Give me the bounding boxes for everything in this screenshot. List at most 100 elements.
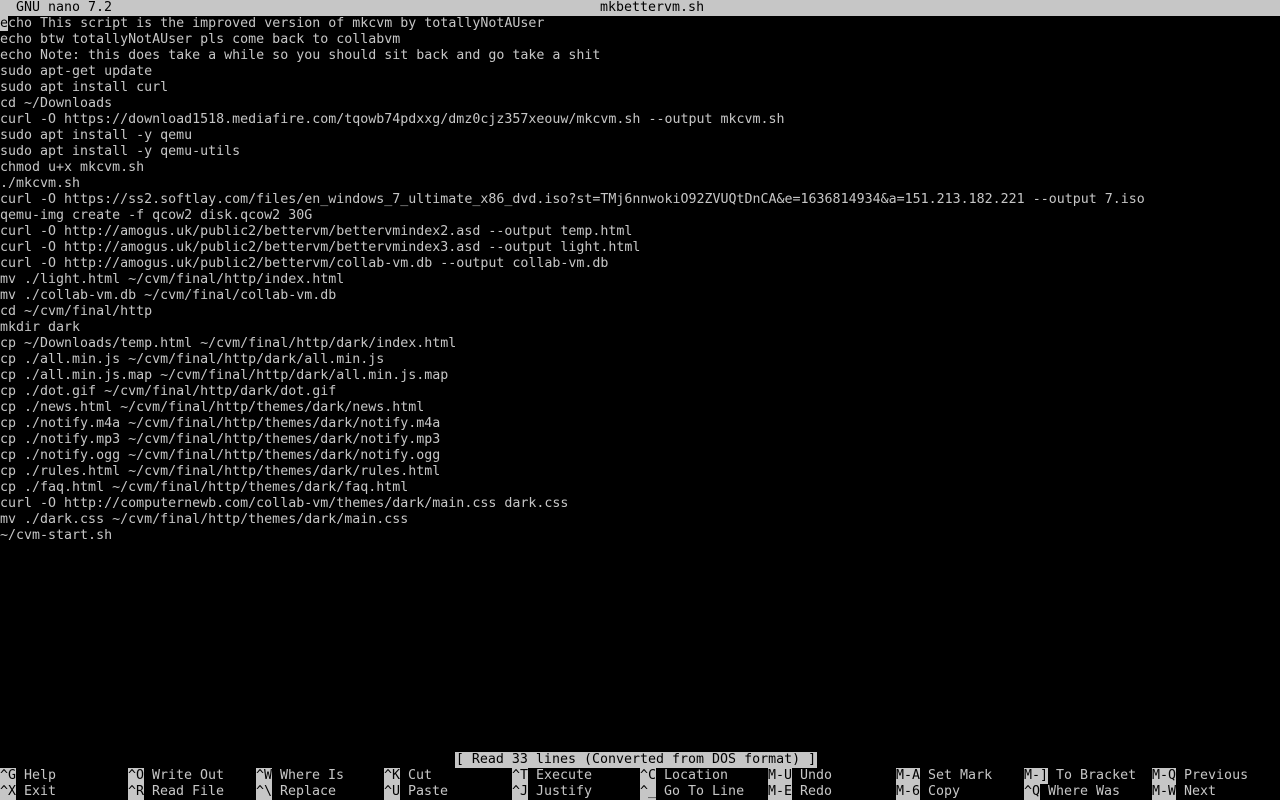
code-line[interactable]: mv ./light.html ~/cvm/final/http/index.h… xyxy=(0,272,1280,288)
shortcut-bar: ^G Help ^X Exit ^O Write Out ^R Read File ^W Wher… xyxy=(0,768,1280,800)
shortcut-key: M-6 xyxy=(896,784,921,800)
shortcut-label: Next xyxy=(1184,784,1217,799)
code-line[interactable]: mv ./dark.css ~/cvm/final/http/themes/da… xyxy=(0,512,1280,528)
shortcut-help[interactable]: ^G Help xyxy=(0,768,56,784)
code-line[interactable]: curl -O https://download1518.mediafire.c… xyxy=(0,112,1280,128)
code-line[interactable]: cp ./all.min.js.map ~/cvm/final/http/dar… xyxy=(0,368,1280,384)
code-line[interactable]: cp ./rules.html ~/cvm/final/http/themes/… xyxy=(0,464,1280,480)
code-line[interactable]: cd ~/Downloads xyxy=(0,96,1280,112)
shortcut-go-to-line[interactable]: ^_ Go To Line xyxy=(640,784,744,800)
shortcut-label: Read File xyxy=(152,784,225,799)
code-line[interactable]: cp ./notify.m4a ~/cvm/final/http/themes/… xyxy=(0,416,1280,432)
code-line[interactable]: chmod u+x mkcvm.sh xyxy=(0,160,1280,176)
shortcut-key: ^R xyxy=(128,784,145,800)
shortcut-copy[interactable]: M-6 Copy xyxy=(896,784,960,800)
shortcut-label: Previous xyxy=(1184,768,1249,783)
shortcut-previous[interactable]: M-Q Previous xyxy=(1152,768,1248,784)
shortcut-label: Copy xyxy=(928,784,961,799)
code-line[interactable]: cp ./notify.mp3 ~/cvm/final/http/themes/… xyxy=(0,432,1280,448)
shortcut-location[interactable]: ^C Location xyxy=(640,768,728,784)
shortcut-key: M-W xyxy=(1152,784,1177,800)
shortcut-key: ^U xyxy=(384,784,401,800)
file-name: mkbettervm.sh xyxy=(600,0,705,15)
shortcut-key: M-Q xyxy=(1152,768,1177,784)
shortcut-cut[interactable]: ^K Cut xyxy=(384,768,432,784)
code-line[interactable]: mkdir dark xyxy=(0,320,1280,336)
code-line[interactable]: sudo apt install -y qemu-utils xyxy=(0,144,1280,160)
shortcut-undo[interactable]: M-U Undo xyxy=(768,768,832,784)
app-name: GNU nano 7.2 xyxy=(16,0,113,15)
shortcut-set-mark[interactable]: M-A Set Mark xyxy=(896,768,992,784)
shortcut-execute[interactable]: ^T Execute xyxy=(512,768,592,784)
code-line[interactable]: curl -O http://computernewb.com/collab-v… xyxy=(0,496,1280,512)
shortcut-label: Write Out xyxy=(152,768,225,783)
code-line[interactable]: echo Note: this does take a while so you… xyxy=(0,48,1280,64)
shortcut-label: Execute xyxy=(536,768,593,783)
code-line-text: cho This script is the improved version … xyxy=(8,16,545,31)
code-line[interactable]: mv ./collab-vm.db ~/cvm/final/collab-vm.… xyxy=(0,288,1280,304)
shortcut-key: ^W xyxy=(256,768,273,784)
code-line[interactable]: echo btw totallyNotAUser pls come back t… xyxy=(0,32,1280,48)
shortcut-key: ^_ xyxy=(640,784,657,800)
code-line[interactable]: ~/cvm-start.sh xyxy=(0,528,1280,544)
shortcut-justify[interactable]: ^J Justify xyxy=(512,784,592,800)
shortcut-label: Exit xyxy=(24,784,57,799)
shortcut-label: To Bracket xyxy=(1056,768,1137,783)
shortcut-label: Where Is xyxy=(280,768,345,783)
shortcut-key: ^T xyxy=(512,768,529,784)
status-bar: [ Read 33 lines (Converted from DOS form… xyxy=(0,752,1280,768)
code-line[interactable]: curl -O http://amogus.uk/public2/betterv… xyxy=(0,256,1280,272)
shortcut-key: ^\ xyxy=(256,784,273,800)
shortcut-write-out[interactable]: ^O Write Out xyxy=(128,768,224,784)
shortcut-label: Paste xyxy=(408,784,449,799)
shortcut-key: M-U xyxy=(768,768,793,784)
shortcut-label: Justify xyxy=(536,784,593,799)
code-line[interactable]: cp ~/Downloads/temp.html ~/cvm/final/htt… xyxy=(0,336,1280,352)
code-line[interactable]: echo This script is the improved version… xyxy=(0,16,1280,32)
shortcut-redo[interactable]: M-E Redo xyxy=(768,784,832,800)
shortcut-exit[interactable]: ^X Exit xyxy=(0,784,56,800)
text-cursor: e xyxy=(0,16,9,31)
editor-area[interactable]: echo This script is the improved version… xyxy=(0,16,1280,752)
shortcut-key: ^J xyxy=(512,784,529,800)
shortcut-label: Cut xyxy=(408,768,433,783)
shortcut-replace[interactable]: ^\ Replace xyxy=(256,784,336,800)
shortcut-key: M-A xyxy=(896,768,921,784)
shortcut-label: Where Was xyxy=(1048,784,1121,799)
shortcut-where-was[interactable]: ^Q Where Was xyxy=(1024,784,1120,800)
shortcut-label: Set Mark xyxy=(928,768,993,783)
shortcut-label: Help xyxy=(24,768,57,783)
shortcut-next[interactable]: M-W Next xyxy=(1152,784,1216,800)
code-line[interactable]: cd ~/cvm/final/http xyxy=(0,304,1280,320)
shortcut-label: Go To Line xyxy=(664,784,745,799)
title-bar: GNU nano 7.2 mkbettervm.sh xyxy=(0,0,1280,16)
code-line[interactable]: sudo apt install -y qemu xyxy=(0,128,1280,144)
shortcut-label: Redo xyxy=(800,784,833,799)
shortcut-label: Location xyxy=(664,768,729,783)
shortcut-key: ^K xyxy=(384,768,401,784)
code-line[interactable]: cp ./all.min.js ~/cvm/final/http/dark/al… xyxy=(0,352,1280,368)
shortcut-key: ^O xyxy=(128,768,145,784)
code-line[interactable]: cp ./news.html ~/cvm/final/http/themes/d… xyxy=(0,400,1280,416)
shortcut-key: ^Q xyxy=(1024,784,1041,800)
code-line[interactable]: sudo apt-get update xyxy=(0,64,1280,80)
code-line[interactable]: cp ./dot.gif ~/cvm/final/http/dark/dot.g… xyxy=(0,384,1280,400)
shortcut-to-bracket[interactable]: M-] To Bracket xyxy=(1024,768,1136,784)
status-message: [ Read 33 lines (Converted from DOS form… xyxy=(454,752,818,768)
shortcut-where-is[interactable]: ^W Where Is xyxy=(256,768,344,784)
code-line[interactable]: ./mkcvm.sh xyxy=(0,176,1280,192)
code-line[interactable]: curl -O http://amogus.uk/public2/betterv… xyxy=(0,240,1280,256)
shortcut-key: M-] xyxy=(1024,768,1049,784)
shortcut-label: Undo xyxy=(800,768,833,783)
code-line[interactable]: cp ./notify.ogg ~/cvm/final/http/themes/… xyxy=(0,448,1280,464)
code-line[interactable]: curl -O https://ss2.softlay.com/files/en… xyxy=(0,192,1280,208)
code-line[interactable]: cp ./faq.html ~/cvm/final/http/themes/da… xyxy=(0,480,1280,496)
code-line[interactable]: qemu-img create -f qcow2 disk.qcow2 30G xyxy=(0,208,1280,224)
shortcut-key: ^X xyxy=(0,784,17,800)
shortcut-key: M-E xyxy=(768,784,793,800)
code-line[interactable]: curl -O http://amogus.uk/public2/betterv… xyxy=(0,224,1280,240)
code-line[interactable]: sudo apt install curl xyxy=(0,80,1280,96)
shortcut-key: ^C xyxy=(640,768,657,784)
shortcut-paste[interactable]: ^U Paste xyxy=(384,784,448,800)
shortcut-read-file[interactable]: ^R Read File xyxy=(128,784,224,800)
